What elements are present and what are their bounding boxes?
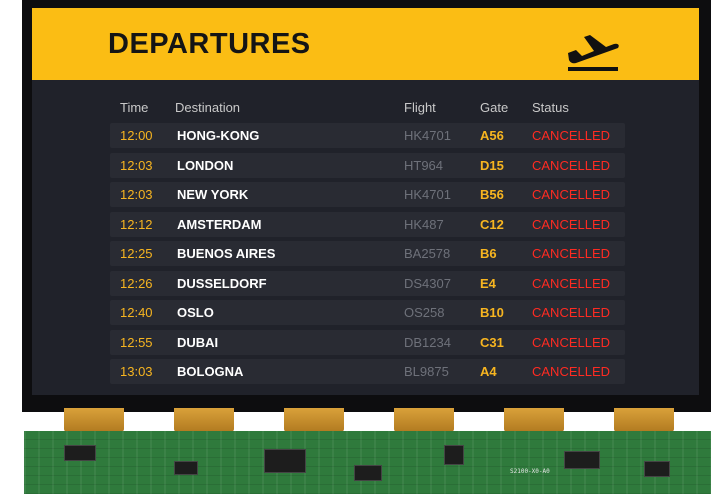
row-status: CANCELLED [532, 187, 611, 202]
row-gate: B56 [480, 187, 504, 202]
row-gate: A4 [480, 364, 497, 379]
flex-connector [614, 408, 674, 432]
table-row: 12:40 OSLO OS258 B10 CANCELLED [110, 300, 625, 325]
row-time: 12:40 [120, 305, 153, 320]
row-flight: DS4307 [404, 275, 451, 291]
flex-connector [284, 408, 344, 432]
header-bar: DEPARTURES [32, 8, 699, 80]
table-row: 12:12 AMSTERDAM HK487 C12 CANCELLED [110, 211, 625, 237]
chip [174, 461, 198, 475]
row-flight: HT964 [404, 157, 444, 173]
row-status: CANCELLED [532, 157, 611, 173]
row-flight: DB1234 [404, 334, 451, 350]
chip [644, 461, 670, 477]
flex-connector [504, 408, 564, 432]
row-destination: DUSSELDORF [177, 275, 267, 291]
chip [564, 451, 600, 469]
row-time: 12:12 [120, 216, 153, 232]
chip [444, 445, 464, 465]
row-gate: C31 [480, 334, 504, 350]
table-row: 12:26 DUSSELDORF DS4307 E4 CANCELLED [110, 270, 625, 296]
row-destination: BUENOS AIRES [177, 246, 276, 261]
row-status: CANCELLED [532, 216, 611, 232]
departures-screen: DEPARTURES Time Destination Flight Gate … [32, 8, 699, 395]
table-row: 12:55 DUBAI DB1234 C31 CANCELLED [110, 329, 625, 355]
row-status: CANCELLED [532, 364, 611, 379]
row-destination: OSLO [177, 305, 214, 320]
row-gate: B6 [480, 246, 497, 261]
row-time: 12:03 [120, 157, 153, 173]
flex-connector [174, 408, 234, 432]
row-status: CANCELLED [532, 246, 611, 261]
chip [264, 449, 306, 473]
circuit-board: S2100-X0-A0 [24, 431, 711, 494]
row-time: 12:26 [120, 275, 153, 291]
row-flight: HK487 [404, 216, 444, 232]
flex-connector [64, 408, 124, 432]
table-row: 13:03 BOLOGNA BL9875 A4 CANCELLED [110, 359, 625, 384]
row-flight: OS258 [404, 305, 445, 320]
column-header-time: Time [120, 100, 149, 115]
row-gate: A56 [480, 128, 504, 143]
row-time: 13:03 [120, 364, 153, 379]
column-header-status: Status [532, 100, 569, 115]
table-row: 12:25 BUENOS AIRES BA2578 B6 CANCELLED [110, 241, 625, 266]
column-header-destination: Destination [175, 100, 241, 115]
row-gate: D15 [480, 157, 504, 173]
row-gate: B10 [480, 305, 504, 320]
pcb-label: S2100-X0-A0 [510, 468, 550, 475]
chip [354, 465, 382, 481]
table-row: 12:03 NEW YORK HK4701 B56 CANCELLED [110, 182, 625, 207]
row-status: CANCELLED [532, 275, 611, 291]
row-flight: BL9875 [404, 364, 449, 379]
row-time: 12:00 [120, 128, 153, 143]
chip [64, 445, 96, 461]
row-gate: C12 [480, 216, 504, 232]
row-flight: HK4701 [404, 187, 451, 202]
row-time: 12:03 [120, 187, 153, 202]
row-status: CANCELLED [532, 128, 611, 143]
column-header-gate: Gate [480, 100, 509, 115]
row-time: 12:25 [120, 246, 153, 261]
row-destination: BOLOGNA [177, 364, 244, 379]
row-destination: AMSTERDAM [177, 216, 262, 232]
row-destination: HONG-KONG [177, 128, 260, 143]
row-flight: BA2578 [404, 246, 451, 261]
row-flight: HK4701 [404, 128, 451, 143]
flex-connector [394, 408, 454, 432]
row-gate: E4 [480, 275, 496, 291]
row-destination: LONDON [177, 157, 234, 173]
table-row: 12:03 LONDON HT964 D15 CANCELLED [110, 152, 625, 178]
column-header-flight: Flight [404, 100, 436, 115]
row-destination: NEW YORK [177, 187, 249, 202]
row-time: 12:55 [120, 334, 153, 350]
page-title: DEPARTURES [108, 28, 311, 60]
airplane-takeoff-icon [568, 35, 619, 71]
row-status: CANCELLED [532, 305, 611, 320]
table-row: 12:00 HONG-KONG HK4701 A56 CANCELLED [110, 123, 625, 148]
row-status: CANCELLED [532, 334, 611, 350]
row-destination: DUBAI [177, 334, 219, 350]
